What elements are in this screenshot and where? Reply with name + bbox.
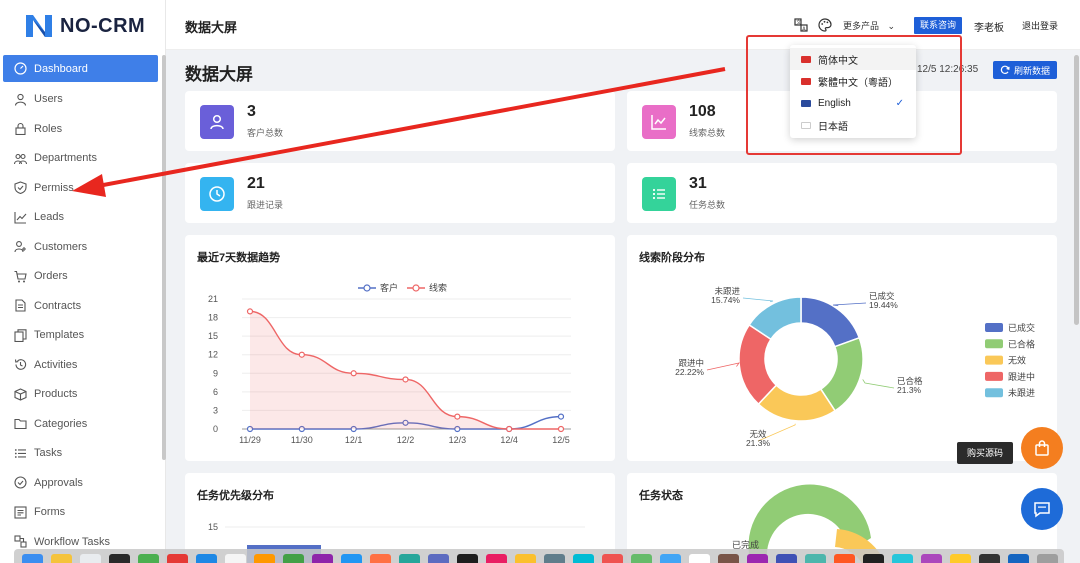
buy-source-tooltip: 购买源码 [957,442,1013,464]
dock-app-icon[interactable] [109,554,130,563]
dock-app-icon[interactable] [1037,554,1058,563]
dock-app-icon[interactable] [283,554,304,563]
buy-source-button[interactable] [1021,427,1063,469]
dock-app-icon[interactable] [921,554,942,563]
dock-app-icon[interactable] [51,554,72,563]
dock-app-icon[interactable] [399,554,420,563]
language-label: 繁體中文（粵語） [818,77,898,89]
dock-app-icon[interactable] [689,554,710,563]
dock-app-icon[interactable] [428,554,449,563]
dock-app-icon[interactable] [370,554,391,563]
language-option[interactable]: 繁體中文（粵語） [790,70,916,92]
language-label: 日本語 [818,121,848,133]
dock-app-icon[interactable] [979,554,1000,563]
dock-app-icon[interactable] [254,554,275,563]
dock-app-icon[interactable] [660,554,681,563]
language-option[interactable]: English ✓ [790,92,916,114]
dock-app-icon[interactable] [138,554,159,563]
language-option[interactable]: 简体中文 [790,48,916,70]
dock-app-icon[interactable] [950,554,971,563]
dock-app-icon[interactable] [312,554,333,563]
dock-app-icon[interactable] [457,554,478,563]
dock-app-icon[interactable] [834,554,855,563]
dock-app-icon[interactable] [1008,554,1029,563]
dock-app-icon[interactable] [167,554,188,563]
flag-icon [801,121,811,129]
chat-icon [1034,502,1050,518]
dock-app-icon[interactable] [486,554,507,563]
dock-app-icon[interactable] [341,554,362,563]
language-option[interactable]: 日本語 [790,114,916,136]
language-dropdown: 简体中文繁體中文（粵語） English ✓ 日本語 [790,45,916,138]
os-dock [14,549,1064,563]
dock-app-icon[interactable] [80,554,101,563]
language-label: English [818,97,851,109]
dock-app-icon[interactable] [718,554,739,563]
chat-button[interactable] [1021,488,1063,530]
dock-app-icon[interactable] [747,554,768,563]
check-icon: ✓ [895,97,904,109]
dock-app-icon[interactable] [863,554,884,563]
dock-app-icon[interactable] [573,554,594,563]
flag-icon [801,99,811,107]
dock-app-icon[interactable] [892,554,913,563]
language-label: 简体中文 [818,55,858,67]
dock-app-icon[interactable] [22,554,43,563]
dock-app-icon[interactable] [225,554,246,563]
flag-icon [801,55,811,63]
dock-app-icon[interactable] [805,554,826,563]
dock-app-icon[interactable] [776,554,797,563]
shopping-bag-icon [1035,440,1049,456]
dock-app-icon[interactable] [544,554,565,563]
dock-app-icon[interactable] [631,554,652,563]
dock-app-icon[interactable] [602,554,623,563]
dock-app-icon[interactable] [515,554,536,563]
dock-app-icon[interactable] [196,554,217,563]
flag-icon [801,77,811,85]
